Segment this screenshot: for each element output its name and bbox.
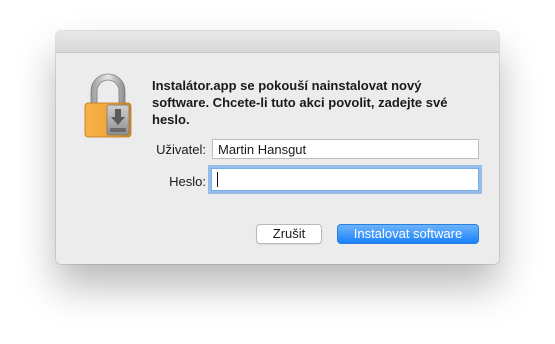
authentication-dialog: Instalátor.app se pokouší nainstalovat n…	[56, 31, 499, 264]
username-field[interactable]: Martin Hansgut	[212, 139, 479, 159]
dialog-titlebar[interactable]	[56, 31, 499, 53]
install-software-button[interactable]: Instalovat software	[337, 224, 479, 244]
username-label: Uživatel:	[156, 142, 206, 157]
cancel-button[interactable]: Zrušit	[256, 224, 322, 244]
lock-installer-icon	[84, 73, 132, 138]
text-caret	[217, 172, 218, 187]
password-field[interactable]	[211, 168, 479, 191]
dialog-message: Instalátor.app se pokouší nainstalovat n…	[152, 78, 448, 127]
password-label: Heslo:	[169, 174, 206, 189]
screen: Instalátor.app se pokouší nainstalovat n…	[0, 0, 555, 344]
